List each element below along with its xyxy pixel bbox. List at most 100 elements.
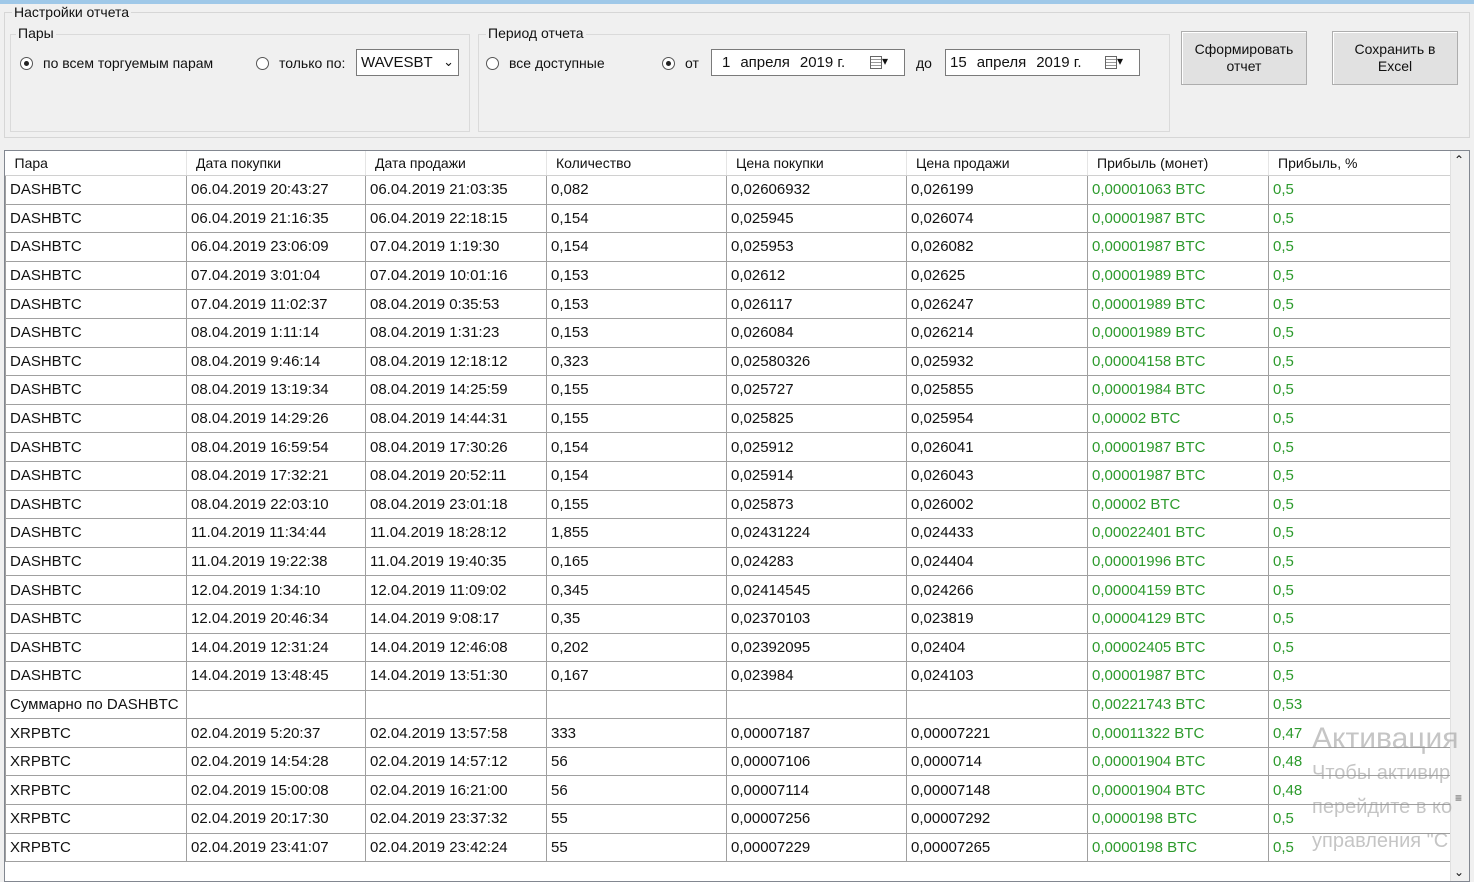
table-cell[interactable]: XRPBTC	[5, 804, 187, 834]
table-cell[interactable]: 0,5	[1268, 632, 1452, 663]
table-cell[interactable]: 0,02370103	[726, 603, 907, 634]
table-cell[interactable]: 0,024103	[906, 661, 1088, 691]
table-cell[interactable]: 12.04.2019 1:34:10	[186, 575, 366, 605]
table-cell[interactable]: 0,345	[546, 575, 727, 605]
save-excel-button[interactable]: Сохранить в Excel	[1332, 31, 1458, 85]
table-cell[interactable]: 0,00221743 BTC	[1087, 689, 1269, 720]
table-cell[interactable]: DASHBTC	[5, 375, 187, 405]
table-row[interactable]: DASHBTC 08.04.2019 16:59:54 08.04.2019 17:…	[5, 432, 1452, 462]
table-row[interactable]: DASHBTC 07.04.2019 11:02:37 08.04.2019 0:3…	[5, 289, 1452, 319]
table-cell[interactable]: 0,48	[1268, 775, 1452, 806]
table-cell[interactable]: 0,5	[1268, 546, 1452, 577]
table-cell[interactable]: DASHBTC	[5, 518, 187, 548]
table-cell[interactable]: 12.04.2019 11:09:02	[365, 575, 547, 605]
table-cell[interactable]: 55	[546, 804, 727, 834]
table-cell[interactable]: 0,00022401 BTC	[1087, 518, 1269, 548]
table-cell[interactable]: 0,025825	[726, 403, 907, 434]
table-cell[interactable]: 0,00002 BTC	[1087, 489, 1269, 520]
table-cell[interactable]: 0,35	[546, 603, 727, 634]
table-cell[interactable]: 0,5	[1268, 346, 1452, 377]
table-row[interactable]: XRPBTC 02.04.2019 23:41:07 02.04.2019 23:4…	[5, 832, 1452, 863]
table-cell[interactable]: 0,154	[546, 432, 727, 462]
table-cell[interactable]: 0,00007229	[726, 832, 907, 863]
table-cell[interactable]: 0,02625	[906, 260, 1088, 291]
table-cell[interactable]: 0,026082	[906, 232, 1088, 262]
table-cell[interactable]: XRPBTC	[5, 746, 187, 777]
table-cell[interactable]	[186, 689, 366, 720]
table-cell[interactable]: 11.04.2019 11:34:44	[186, 518, 366, 548]
table-row[interactable]: XRPBTC 02.04.2019 5:20:37 02.04.2019 13:57…	[5, 718, 1452, 748]
table-cell[interactable]	[906, 689, 1088, 720]
table-cell[interactable]: 0,165	[546, 546, 727, 577]
table-cell[interactable]: 0,153	[546, 260, 727, 291]
table-cell[interactable]: 0,5	[1268, 804, 1452, 834]
radio-only-pair[interactable]: только по:	[256, 55, 345, 71]
table-cell[interactable]: DASHBTC	[5, 232, 187, 262]
table-cell[interactable]: Суммарно по DASHBTC	[5, 689, 187, 720]
table-cell[interactable]: 0,00007106	[726, 746, 907, 777]
table-cell[interactable]: 0,00007265	[906, 832, 1088, 863]
table-cell[interactable]: 06.04.2019 21:16:35	[186, 203, 366, 234]
table-cell[interactable]: 08.04.2019 16:59:54	[186, 432, 366, 462]
table-cell[interactable]: 0,024404	[906, 546, 1088, 577]
table-cell[interactable]: 02.04.2019 15:00:08	[186, 775, 366, 806]
table-cell[interactable]: 07.04.2019 3:01:04	[186, 260, 366, 291]
table-cell[interactable]: 02.04.2019 16:21:00	[365, 775, 547, 806]
table-cell[interactable]: 0,025953	[726, 232, 907, 262]
table-row[interactable]: DASHBTC 14.04.2019 12:31:24 14.04.2019 12:…	[5, 632, 1452, 663]
table-cell[interactable]: 08.04.2019 12:18:12	[365, 346, 547, 377]
table-cell[interactable]: 0,48	[1268, 746, 1452, 777]
table-row[interactable]: XRPBTC 02.04.2019 14:54:28 02.04.2019 14:5…	[5, 746, 1452, 777]
radio-from-period[interactable]: от	[662, 55, 699, 71]
column-header[interactable]: Цена продажи	[906, 151, 1088, 176]
table-cell[interactable]: 0,024266	[906, 575, 1088, 605]
table-cell[interactable]: 0,5	[1268, 832, 1452, 863]
table-cell[interactable]: 0,00001987 BTC	[1087, 432, 1269, 462]
table-cell[interactable]: XRPBTC	[5, 775, 187, 806]
table-cell[interactable]: 08.04.2019 13:19:34	[186, 375, 366, 405]
table-cell[interactable]: 08.04.2019 0:35:53	[365, 289, 547, 319]
table-cell[interactable]: 0,026199	[906, 175, 1088, 205]
table-cell[interactable]: 0,5	[1268, 432, 1452, 462]
table-cell[interactable]: 08.04.2019 14:25:59	[365, 375, 547, 405]
table-cell[interactable]: 0,025954	[906, 403, 1088, 434]
table-cell[interactable]: 0,202	[546, 632, 727, 663]
table-cell[interactable]: 0,02404	[906, 632, 1088, 663]
table-cell[interactable]: 0,5	[1268, 603, 1452, 634]
table-cell[interactable]: 02.04.2019 20:17:30	[186, 804, 366, 834]
table-cell[interactable]: 0,026002	[906, 489, 1088, 520]
table-cell[interactable]: XRPBTC	[5, 832, 187, 863]
table-row[interactable]: DASHBTC 11.04.2019 19:22:38 11.04.2019 19:…	[5, 546, 1452, 577]
table-cell[interactable]: 0,025873	[726, 489, 907, 520]
table-cell[interactable]: 0,00001984 BTC	[1087, 375, 1269, 405]
table-cell[interactable]: 08.04.2019 14:44:31	[365, 403, 547, 434]
table-cell[interactable]: 0,155	[546, 489, 727, 520]
table-cell[interactable]: 0,5	[1268, 375, 1452, 405]
table-cell[interactable]: 08.04.2019 17:30:26	[365, 432, 547, 462]
table-cell[interactable]: 08.04.2019 23:01:18	[365, 489, 547, 520]
table-cell[interactable]: 0,082	[546, 175, 727, 205]
table-cell[interactable]: 0,026247	[906, 289, 1088, 319]
table-cell[interactable]: 0,5	[1268, 317, 1452, 348]
generate-report-button[interactable]: Сформировать отчет	[1181, 31, 1307, 85]
table-cell[interactable]: 11.04.2019 19:22:38	[186, 546, 366, 577]
table-cell[interactable]: 0,00002405 BTC	[1087, 632, 1269, 663]
table-cell[interactable]: 0,00001996 BTC	[1087, 546, 1269, 577]
table-cell[interactable]: 0,02580326	[726, 346, 907, 377]
table-cell[interactable]: 0,00004159 BTC	[1087, 575, 1269, 605]
column-header[interactable]: Количество	[546, 151, 727, 176]
table-cell[interactable]: 56	[546, 775, 727, 806]
table-row[interactable]: DASHBTC 14.04.2019 13:48:45 14.04.2019 13:…	[5, 661, 1452, 691]
column-header[interactable]: Прибыль, %	[1268, 151, 1452, 176]
table-cell[interactable]: 0,00007148	[906, 775, 1088, 806]
report-grid[interactable]: Пара Дата покупки Дата продажи Количество Це…	[4, 150, 1470, 882]
to-date-picker[interactable]: 15 апреля 2019 г. ▾	[945, 49, 1140, 76]
scroll-grip-icon[interactable]: ≡	[1455, 791, 1462, 805]
table-cell[interactable]: XRPBTC	[5, 718, 187, 748]
table-cell[interactable]: 02.04.2019 23:41:07	[186, 832, 366, 863]
table-cell[interactable]: 02.04.2019 23:42:24	[365, 832, 547, 863]
table-row[interactable]: XRPBTC 02.04.2019 20:17:30 02.04.2019 23:3…	[5, 804, 1452, 834]
table-cell[interactable]: 0,00007256	[726, 804, 907, 834]
table-cell[interactable]: 0,5	[1268, 403, 1452, 434]
table-cell[interactable]: 1,855	[546, 518, 727, 548]
